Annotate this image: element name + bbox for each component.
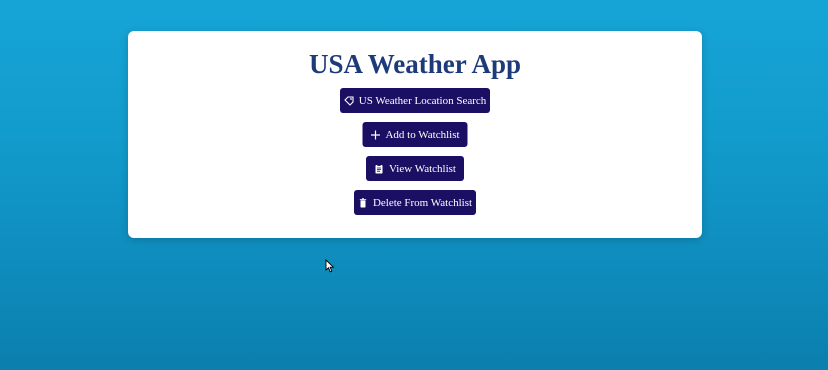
delete-from-watchlist-button[interactable]: Delete From Watchlist <box>354 190 476 215</box>
location-tag-icon <box>343 95 354 106</box>
trash-icon <box>358 197 368 208</box>
clipboard-icon <box>374 163 384 174</box>
page-title: USA Weather App <box>308 49 522 79</box>
mouse-cursor-icon <box>325 258 335 273</box>
location-search-label: US Weather Location Search <box>358 94 487 107</box>
plus-icon <box>370 130 380 140</box>
view-watchlist-button[interactable]: View Watchlist <box>366 156 464 181</box>
add-to-watchlist-label: Add to Watchlist <box>385 128 460 141</box>
delete-from-watchlist-label: Delete From Watchlist <box>372 196 473 209</box>
view-watchlist-label: View Watchlist <box>389 162 456 175</box>
main-card: USA Weather App US Weather Location Sear… <box>128 31 702 238</box>
location-search-button[interactable]: US Weather Location Search <box>340 88 490 113</box>
add-to-watchlist-button[interactable]: Add to Watchlist <box>362 122 468 147</box>
